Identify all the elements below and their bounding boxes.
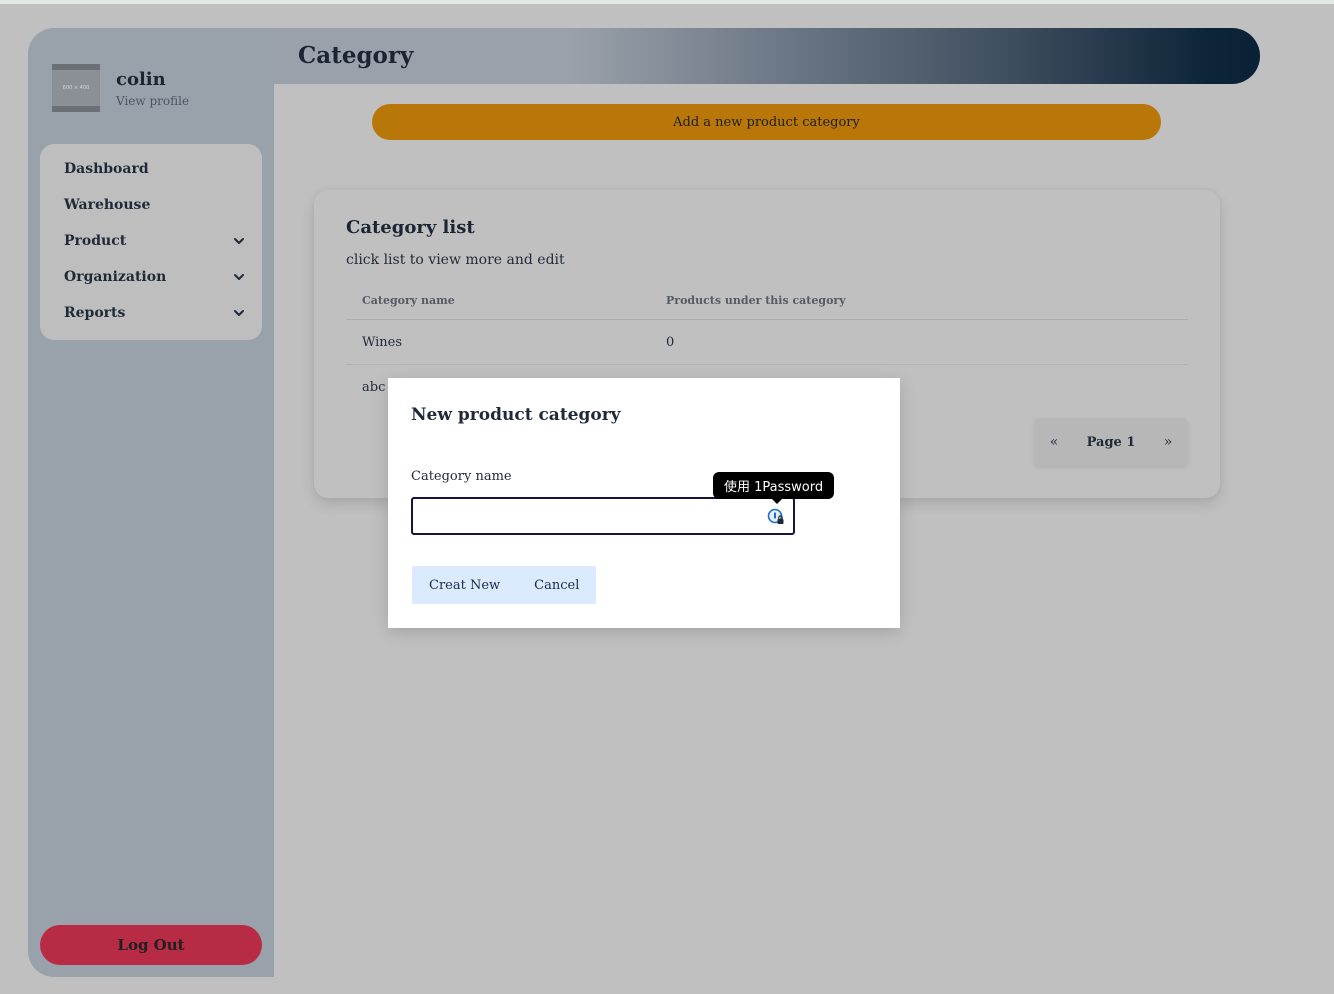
page-title: Category xyxy=(298,42,414,69)
avatar: 600 × 400 xyxy=(52,64,100,112)
sidebar-item-label: Dashboard xyxy=(64,161,149,177)
sidebar-item-label: Warehouse xyxy=(64,197,151,213)
column-header-category-name: Category name xyxy=(362,294,455,307)
sidebar-menu: Dashboard Warehouse Product Organization… xyxy=(40,144,262,340)
create-button[interactable]: Creat New xyxy=(429,578,500,593)
cell-category-name: Wines xyxy=(362,334,403,350)
sidebar-item-label: Organization xyxy=(64,269,167,285)
next-page-button[interactable]: » xyxy=(1148,434,1188,450)
table-header: Category name Products under this catego… xyxy=(346,282,1188,320)
chevron-down-icon xyxy=(234,274,244,280)
cancel-button[interactable]: Cancel xyxy=(534,578,579,593)
chevron-down-icon xyxy=(234,310,244,316)
dialog-title: New product category xyxy=(411,405,621,425)
sidebar-item-organization[interactable]: Organization xyxy=(40,259,262,295)
sidebar-item-label: Reports xyxy=(64,305,126,321)
top-border xyxy=(0,0,1334,4)
sidebar-item-warehouse[interactable]: Warehouse xyxy=(40,187,262,223)
prev-page-button[interactable]: « xyxy=(1034,434,1074,450)
page-indicator: Page 1 xyxy=(1086,434,1136,450)
card-title: Category list xyxy=(346,217,475,238)
category-name-field-wrapper xyxy=(411,497,795,535)
avatar-placeholder-text: 600 × 400 xyxy=(62,85,90,91)
user-name: colin xyxy=(116,69,166,90)
pagination: « Page 1 » xyxy=(1034,418,1188,466)
dialog-actions: Creat New Cancel xyxy=(412,566,597,604)
table-row[interactable]: Wines 0 xyxy=(346,320,1188,365)
password-manager-tooltip: 使用 1Password xyxy=(713,472,835,504)
password-manager-icon[interactable] xyxy=(767,508,785,526)
chevron-down-icon xyxy=(234,238,244,244)
category-name-label: Category name xyxy=(411,469,512,484)
view-profile-link[interactable]: View profile xyxy=(116,94,189,108)
sidebar-item-dashboard[interactable]: Dashboard xyxy=(40,151,262,187)
sidebar-item-product[interactable]: Product xyxy=(40,223,262,259)
page-header: Category xyxy=(274,28,1260,84)
card-subtitle: click list to view more and edit xyxy=(346,252,565,268)
add-category-button[interactable]: Add a new product category xyxy=(372,104,1161,140)
sidebar: 600 × 400 colin View profile Dashboard W… xyxy=(28,28,274,977)
sidebar-item-label: Product xyxy=(64,233,127,249)
sidebar-item-reports[interactable]: Reports xyxy=(40,295,262,331)
cell-product-count: 0 xyxy=(666,334,675,350)
column-header-product-count: Products under this category xyxy=(666,294,846,307)
category-name-input[interactable] xyxy=(413,499,793,533)
logout-button[interactable]: Log Out xyxy=(40,925,262,965)
new-category-dialog: New product category Category name 使用 1P… xyxy=(388,378,900,628)
